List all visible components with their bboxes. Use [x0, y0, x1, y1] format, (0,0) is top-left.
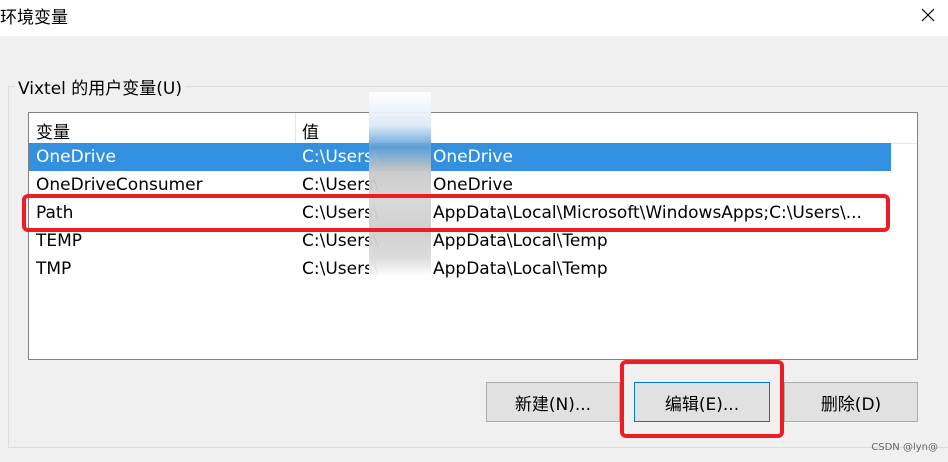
table-row-onedrive[interactable]: OneDrive C:\Users\ OneDrive [29, 143, 891, 171]
redaction-mask [369, 92, 431, 276]
close-icon [921, 8, 935, 22]
variable-name: TEMP [36, 231, 83, 251]
path-row-highlight [22, 194, 890, 232]
variable-value-prefix: C:\Users\ [302, 259, 379, 279]
table-row-tmp[interactable]: TMP C:\Users\ AppData\Local\Temp [29, 255, 891, 283]
variable-name: OneDriveConsumer [36, 175, 203, 195]
variable-value-suffix: AppData\Local\Temp [433, 231, 608, 251]
variable-value-suffix: OneDrive [433, 147, 513, 167]
user-variables-list[interactable]: 变量 值 OneDrive C:\Users\ OneDrive OneDriv… [28, 112, 918, 360]
variable-name: TMP [36, 259, 72, 279]
title-bar: 环境变量 [0, 0, 948, 36]
variable-value-prefix: C:\Users\ [302, 147, 379, 167]
variable-value-suffix: OneDrive [433, 175, 513, 195]
column-divider[interactable] [295, 113, 296, 143]
delete-button[interactable]: 删除(D) [784, 382, 918, 422]
column-header-value[interactable]: 值 [302, 118, 319, 143]
window-title: 环境变量 [0, 8, 68, 28]
watermark: CSDN @lyn@ [871, 442, 938, 453]
variable-name: OneDrive [36, 147, 116, 167]
variable-value-suffix: AppData\Local\Temp [433, 259, 608, 279]
variable-value-prefix: C:\Users\ [302, 231, 379, 251]
new-button[interactable]: 新建(N)... [486, 382, 620, 422]
edit-button-highlight [620, 360, 784, 438]
list-header: 变量 值 [29, 113, 917, 144]
variable-value-prefix: C:\Users\ [302, 175, 379, 195]
column-header-variable[interactable]: 变量 [36, 118, 70, 143]
user-variables-label: Vixtel 的用户变量(U) [14, 74, 186, 99]
close-button[interactable] [908, 0, 948, 30]
